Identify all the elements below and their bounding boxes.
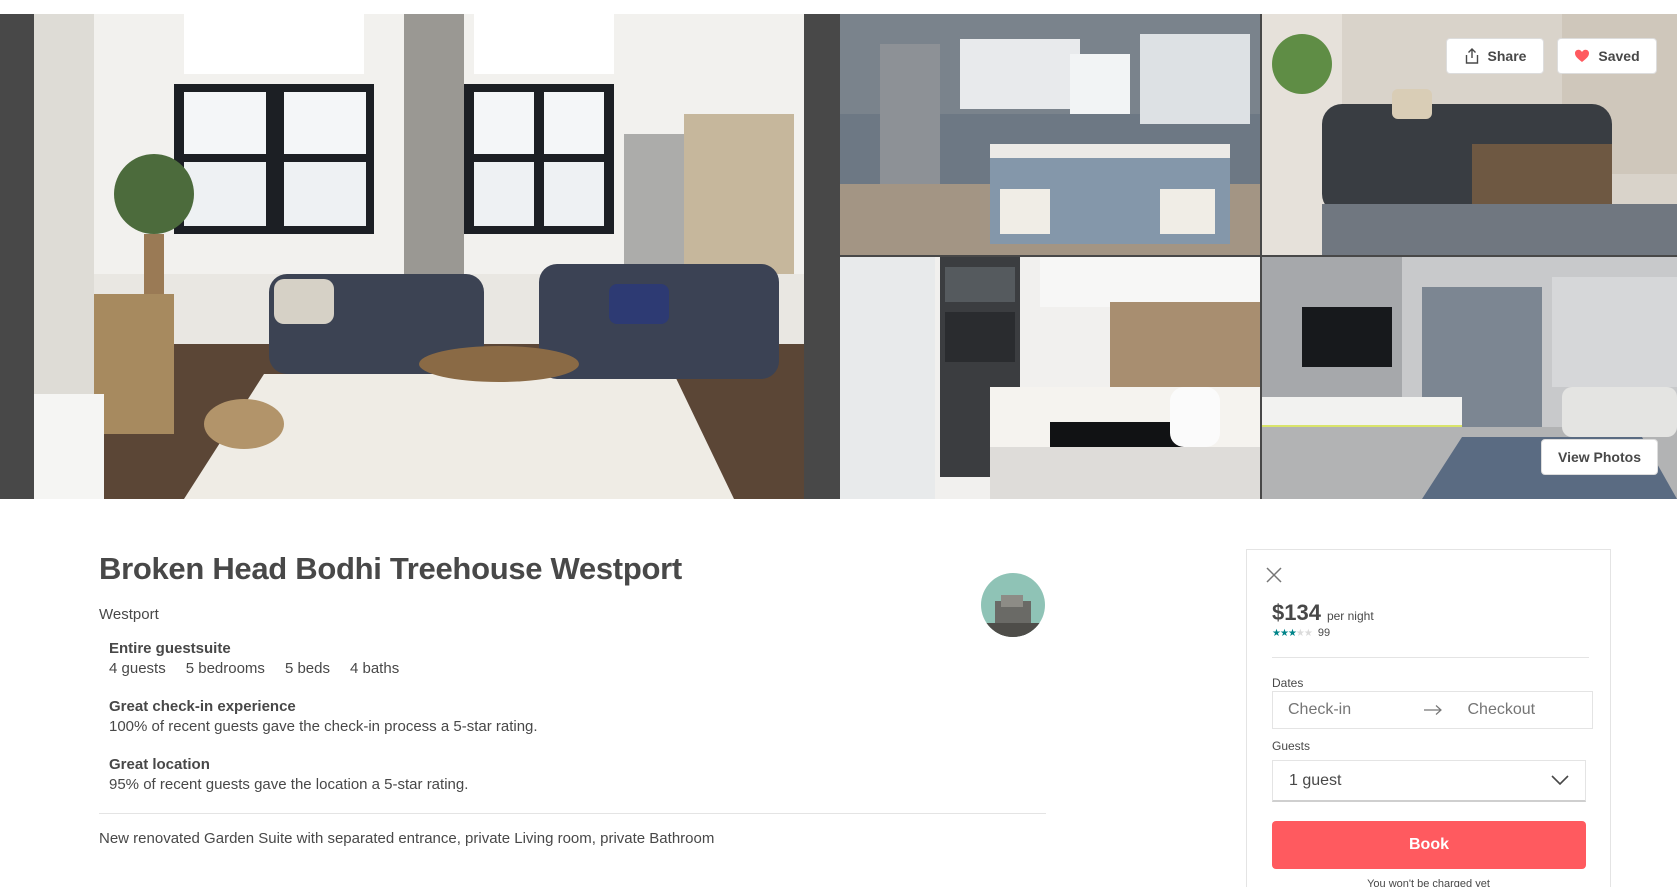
star-icon: ★ [1272, 627, 1281, 639]
home-facts: 4 guests 5 bedrooms 5 beds 4 baths [109, 659, 1046, 679]
view-photos-button[interactable]: View Photos [1541, 439, 1658, 475]
photo-kitchen[interactable] [840, 14, 1260, 255]
price-row: $134 per night [1272, 600, 1374, 626]
listing-city: Westport [99, 606, 159, 623]
star-rating: ★★★★★ [1272, 627, 1313, 639]
star-empty-icon: ★ [1303, 627, 1313, 639]
guests-select[interactable]: 1 guest [1272, 760, 1586, 802]
highlight-text: 95% of recent guests gave the location a… [109, 776, 469, 793]
highlight-checkin: Great check-in experience 100% of recent… [109, 697, 1046, 737]
chevron-down-icon [1551, 772, 1569, 790]
share-label: Share [1487, 48, 1527, 64]
date-range-picker: Check-in Checkout [1272, 691, 1593, 729]
saved-button[interactable]: Saved [1557, 38, 1657, 74]
home-type-block: Entire guestsuite 4 guests 5 bedrooms 5 … [109, 639, 1046, 679]
heart-icon [1574, 48, 1590, 64]
highlight-heading: Great check-in experience [109, 698, 296, 715]
fact-baths: 4 baths [349, 660, 400, 677]
star-icon: ★ [1279, 627, 1289, 639]
per-night-label: per night [1326, 609, 1374, 623]
nightly-price: $134 [1272, 600, 1321, 625]
review-count: 99 [1317, 627, 1331, 639]
rating-row[interactable]: ★★★★★ 99 [1272, 627, 1330, 639]
listing-description: New renovated Garden Suite with separate… [99, 830, 715, 847]
listing-title: Broken Head Bodhi Treehouse Westport [99, 551, 682, 586]
fact-guests: 4 guests [109, 660, 166, 677]
arrow-right-icon [1413, 704, 1453, 716]
share-icon [1464, 48, 1480, 64]
section-divider [99, 813, 1046, 814]
photo-gallery: Share Saved View Photos [0, 14, 1677, 499]
guests-label: Guests [1272, 739, 1311, 753]
star-half-icon: ★ [1287, 627, 1297, 639]
dates-label: Dates [1272, 676, 1304, 690]
guests-value: 1 guest [1289, 771, 1342, 789]
listing-details: Broken Head Bodhi Treehouse Westport Wes… [99, 548, 1046, 847]
share-button[interactable]: Share [1446, 38, 1544, 74]
highlight-location: Great location 95% of recent guests gave… [109, 755, 1046, 795]
highlight-text: 100% of recent guests gave the check-in … [109, 718, 538, 735]
checkin-input[interactable]: Check-in [1273, 701, 1413, 719]
highlight-heading: Great location [109, 756, 210, 773]
main-photo-living-room[interactable] [34, 14, 804, 499]
booking-card: $134 per night ★★★★★ 99 Dates Check-in C… [1246, 549, 1611, 887]
fact-beds: 5 beds [284, 660, 330, 677]
listing-summary: Entire guestsuite 4 guests 5 bedrooms 5 … [109, 639, 1046, 795]
star-empty-icon: ★ [1295, 627, 1305, 639]
checkout-input[interactable]: Checkout [1453, 701, 1593, 719]
host-avatar[interactable] [981, 573, 1045, 637]
home-type: Entire guestsuite [109, 640, 231, 657]
not-charged-note: You won't be charged yet [1367, 878, 1490, 887]
saved-label: Saved [1598, 48, 1640, 64]
book-button[interactable]: Book [1272, 821, 1586, 869]
card-divider [1272, 657, 1589, 658]
close-icon[interactable] [1264, 565, 1284, 585]
photo-kitchen-appliances[interactable] [840, 257, 1260, 499]
fact-bedrooms: 5 bedrooms [185, 660, 265, 677]
